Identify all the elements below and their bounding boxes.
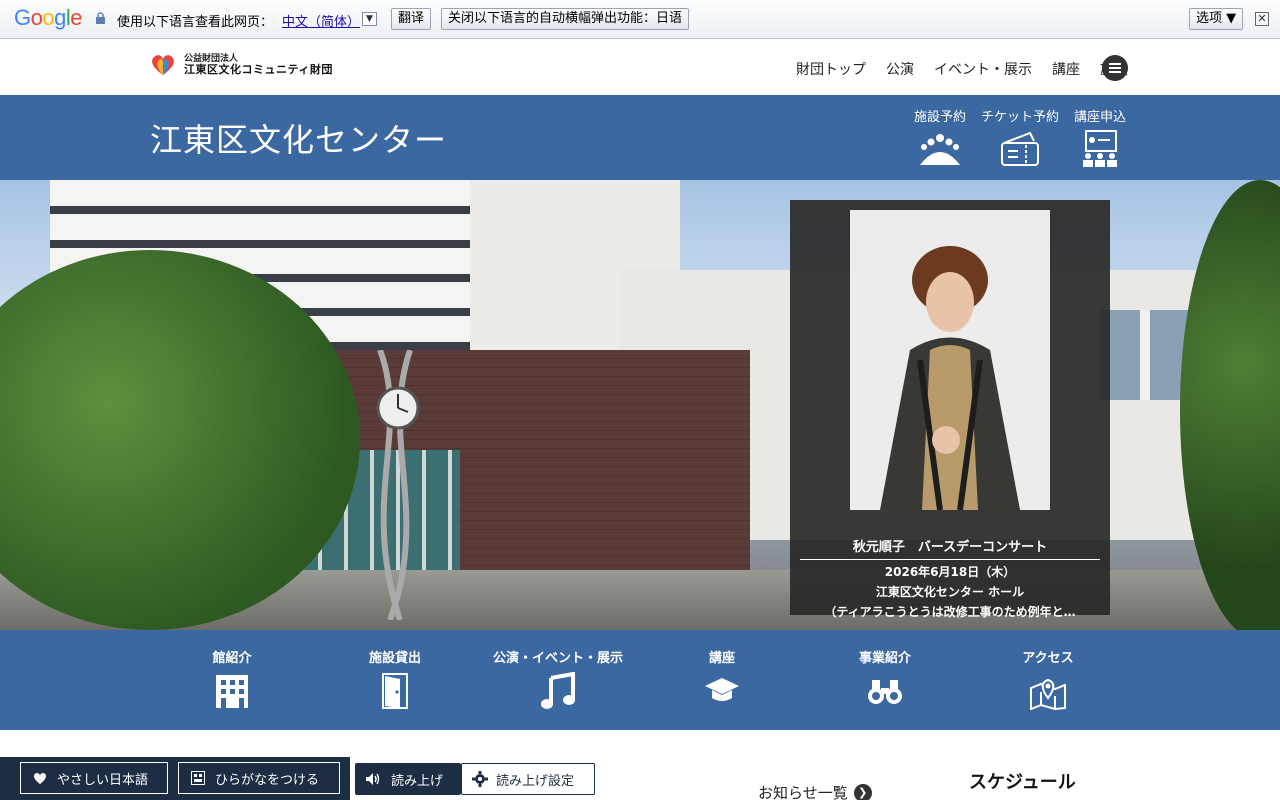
translate-bar: Google 使用以下语言查看此网页： 中文（简体） ▼ 翻译 关闭以下语言的自…: [0, 0, 1280, 39]
quick-link-label: 講座申込: [1073, 110, 1126, 125]
disable-auto-translate-button[interactable]: 关闭以下语言的自动横幅弹出功能：日语: [441, 8, 690, 30]
nav-label: 館紹介: [212, 651, 252, 666]
lock-icon: [96, 12, 105, 24]
nav-label: 公演・イベント・展示: [492, 651, 623, 666]
quick-link-ticket-reservation[interactable]: チケット予約: [981, 106, 1059, 169]
hamburger-menu-icon[interactable]: [1102, 55, 1128, 81]
event-date: 2026年6月18日（木）: [884, 565, 1016, 579]
title-bar: 江東区文化センター 施設予約 チケット予約 講座申込: [0, 95, 1280, 180]
read-settings-label: 読み上げ設定: [496, 773, 575, 789]
close-icon[interactable]: ✕: [1255, 12, 1269, 26]
gear-icon: [472, 771, 488, 787]
door-icon: [382, 673, 408, 709]
quick-link-label: チケット予約: [981, 110, 1060, 125]
furigana-icon: [191, 771, 205, 785]
event-note: （ティアラこうとうは改修工事のため例年と…: [824, 605, 1076, 619]
event-title: 秋元順子 バースデーコンサート: [852, 540, 1048, 555]
translate-prompt: 使用以下语言查看此网页：: [117, 15, 274, 30]
main-nav: 館紹介 施設貸出 公演・イベント・展示 講座 事業紹介 アクセス: [0, 630, 1280, 730]
nav-about[interactable]: 館紹介: [150, 647, 314, 710]
quick-links: 施設予約 チケット予約 講座申込: [910, 106, 1130, 169]
page-title: 江東区文化センター: [150, 121, 448, 159]
translate-button[interactable]: 翻译: [391, 8, 432, 30]
read-aloud-settings-button[interactable]: 読み上げ設定: [461, 763, 595, 795]
graduation-cap-icon: [705, 678, 739, 701]
heart-icon: [33, 772, 47, 784]
nav-performances-events[interactable]: 公演・イベント・展示: [476, 647, 640, 710]
nav-lectures-main[interactable]: 講座: [640, 647, 804, 710]
nav-label: アクセス: [1022, 651, 1074, 666]
top-nav: 財団トップ 公演 イベント・展示 講座 施設: [796, 59, 1128, 79]
furigana-label: ひらがなをつける: [215, 772, 320, 788]
speaker-icon: [366, 773, 380, 785]
hero-banner: 秋元順子 バースデーコンサート 2026年6月18日（木） 江東区文化センター …: [0, 180, 1280, 630]
furigana-button[interactable]: ひらがなをつける: [178, 762, 340, 794]
heart-logo-icon: [152, 55, 174, 75]
lecture-icon: [1083, 130, 1117, 167]
quick-link-facility-reservation[interactable]: 施設予約: [910, 106, 970, 169]
event-venue: 江東区文化センター ホール: [875, 585, 1025, 599]
read-aloud-label: 読み上げ: [391, 773, 444, 789]
performer-image: [850, 210, 1050, 510]
options-button[interactable]: 选项 ▼: [1189, 8, 1244, 30]
clock-monument: [376, 350, 420, 620]
audience-icon: [920, 134, 960, 165]
easy-japanese-label: やさしい日本語: [57, 772, 149, 788]
language-dropdown-icon[interactable]: ▼: [362, 12, 377, 26]
news-link-label: お知らせ一覧: [758, 784, 848, 800]
nav-performances[interactable]: 公演: [886, 59, 914, 79]
nav-label: 講座: [708, 651, 735, 666]
quick-link-label: 施設予約: [913, 110, 966, 125]
map-icon: [1030, 678, 1066, 710]
ticket-icon: [1001, 131, 1039, 166]
chevron-right-icon: ❯: [853, 783, 872, 800]
read-aloud-button[interactable]: 読み上げ: [355, 763, 461, 795]
foundation-logo[interactable]: 公益財団法人 江東区文化コミュニティ財団: [150, 53, 333, 77]
featured-event-card[interactable]: 秋元順子 バースデーコンサート 2026年6月18日（木） 江東区文化センター …: [790, 200, 1110, 619]
accessibility-bar: やさしい日本語 ひらがなをつける: [0, 757, 350, 800]
building-icon: [216, 675, 248, 708]
nav-lectures[interactable]: 講座: [1052, 59, 1080, 79]
nav-label: 施設貸出: [368, 651, 421, 666]
event-divider: [800, 559, 1100, 560]
site-header: 公益財団法人 江東区文化コミュニティ財団 財団トップ 公演 イベント・展示 講座…: [0, 39, 1280, 95]
nav-access[interactable]: アクセス: [966, 647, 1130, 710]
binoculars-icon: [868, 680, 902, 704]
google-logo: Google: [14, 5, 83, 30]
nav-facility-rental[interactable]: 施設貸出: [313, 647, 477, 710]
logo-title: 江東区文化コミュニティ財団: [184, 62, 333, 76]
easy-japanese-button[interactable]: やさしい日本語: [20, 762, 168, 794]
schedule-heading: スケジュール: [969, 772, 1076, 793]
music-note-icon: [541, 672, 575, 709]
nav-projects[interactable]: 事業紹介: [803, 647, 967, 710]
language-link[interactable]: 中文（简体）: [282, 11, 360, 30]
news-list-link[interactable]: お知らせ一覧 ❯: [758, 782, 872, 800]
nav-label: 事業紹介: [858, 651, 911, 666]
event-performer-photo: [850, 210, 1050, 510]
quick-link-lecture-application[interactable]: 講座申込: [1070, 106, 1130, 169]
nav-foundation-top[interactable]: 財団トップ: [796, 59, 866, 79]
nav-events[interactable]: イベント・展示: [934, 59, 1032, 79]
